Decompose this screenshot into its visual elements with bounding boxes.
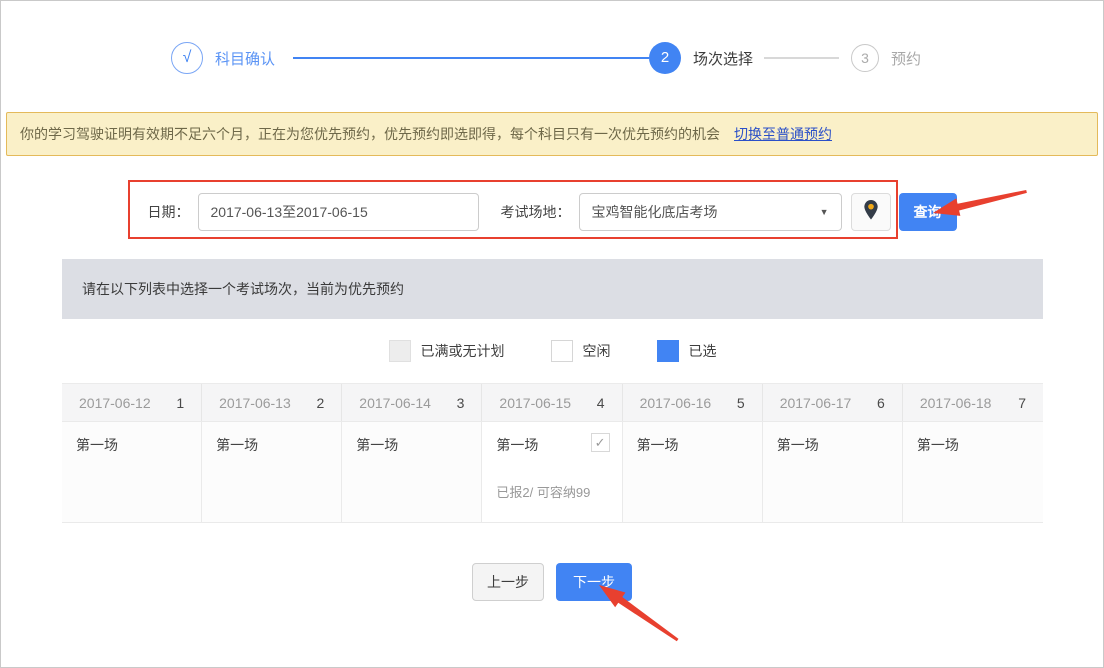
legend-swatch-full bbox=[389, 340, 411, 362]
search-button[interactable]: 查询 bbox=[899, 193, 957, 231]
date-column-header: 2017-06-15 4 bbox=[482, 384, 622, 421]
footer-actions: 上一步 下一步 bbox=[1, 563, 1103, 601]
date-column-header: 2017-06-13 2 bbox=[202, 384, 342, 421]
step3-label: 预约 bbox=[891, 48, 921, 69]
priority-notice-bar: 你的学习驾驶证明有效期不足六个月，正在为您优先预约，优先预约即选即得，每个科目只… bbox=[6, 112, 1098, 156]
stepper-line-pending bbox=[764, 57, 839, 59]
session-cell[interactable]: 第一场 bbox=[342, 422, 482, 522]
step3-badge: 3 bbox=[851, 44, 879, 72]
session-cell[interactable]: 第一场 bbox=[763, 422, 903, 522]
map-location-button[interactable] bbox=[851, 193, 891, 231]
session-checkbox-checked[interactable]: ✓ bbox=[591, 433, 610, 452]
legend: 已满或无计划 空闲 已选 bbox=[62, 319, 1043, 383]
date-header-row: 2017-06-12 1 2017-06-13 2 2017-06-14 3 2… bbox=[62, 383, 1043, 421]
date-column-header: 2017-06-16 5 bbox=[623, 384, 763, 421]
venue-select-value: 宝鸡智能化底店考场 bbox=[592, 202, 718, 222]
legend-item-free: 空闲 bbox=[551, 340, 611, 362]
date-label: 日期： bbox=[148, 202, 190, 222]
legend-label-selected: 已选 bbox=[689, 341, 717, 361]
legend-label-full: 已满或无计划 bbox=[421, 341, 505, 361]
venue-select[interactable]: 宝鸡智能化底店考场 ▼ bbox=[579, 193, 842, 231]
stepper-line-done bbox=[293, 57, 649, 59]
next-step-button[interactable]: 下一步 bbox=[556, 563, 632, 601]
filter-row: 日期： 考试场地： 宝鸡智能化底店考场 ▼ 查询 bbox=[1, 193, 1103, 231]
table-caption: 请在以下列表中选择一个考试场次，当前为优先预约 bbox=[62, 259, 1043, 319]
date-column-header: 2017-06-18 7 bbox=[903, 384, 1043, 421]
legend-swatch-selected bbox=[657, 340, 679, 362]
previous-step-button[interactable]: 上一步 bbox=[472, 563, 544, 601]
step1-label: 科目确认 bbox=[215, 48, 275, 69]
session-cell[interactable]: 第一场 bbox=[623, 422, 763, 522]
venue-label: 考试场地： bbox=[501, 202, 571, 222]
legend-item-selected: 已选 bbox=[657, 340, 717, 362]
legend-label-free: 空闲 bbox=[583, 341, 611, 361]
session-table: 请在以下列表中选择一个考试场次，当前为优先预约 已满或无计划 空闲 已选 201… bbox=[62, 259, 1043, 523]
switch-to-normal-booking-link[interactable]: 切换至普通预约 bbox=[734, 124, 832, 144]
date-column-header: 2017-06-12 1 bbox=[62, 384, 202, 421]
step2-badge: 2 bbox=[649, 42, 681, 74]
date-column-header: 2017-06-17 6 bbox=[763, 384, 903, 421]
legend-item-full: 已满或无计划 bbox=[389, 340, 505, 362]
notice-text: 你的学习驾驶证明有效期不足六个月，正在为您优先预约，优先预约即选即得，每个科目只… bbox=[20, 124, 720, 144]
booking-page: √ 科目确认 2 场次选择 3 预约 你的学习驾驶证明有效期不足六个月，正在为您… bbox=[0, 0, 1104, 668]
legend-swatch-free bbox=[551, 340, 573, 362]
date-column-header: 2017-06-14 3 bbox=[342, 384, 482, 421]
session-capacity: 已报2/ 可容纳99 bbox=[496, 482, 607, 501]
step2-label: 场次选择 bbox=[693, 48, 753, 69]
session-row: 第一场 第一场 第一场 第一场 ✓ 已报2/ 可容纳99 第一场 第一场 第一场 bbox=[62, 421, 1043, 523]
chevron-down-icon: ▼ bbox=[820, 207, 829, 217]
map-pin-icon bbox=[861, 199, 881, 226]
session-cell-selected[interactable]: 第一场 ✓ 已报2/ 可容纳99 bbox=[482, 422, 622, 522]
session-cell[interactable]: 第一场 bbox=[903, 422, 1043, 522]
stepper: √ 科目确认 2 场次选择 3 预约 bbox=[1, 42, 1103, 76]
session-cell[interactable]: 第一场 bbox=[202, 422, 342, 522]
date-range-input[interactable] bbox=[198, 193, 479, 231]
session-cell[interactable]: 第一场 bbox=[62, 422, 202, 522]
step1-check-icon: √ bbox=[171, 42, 203, 74]
